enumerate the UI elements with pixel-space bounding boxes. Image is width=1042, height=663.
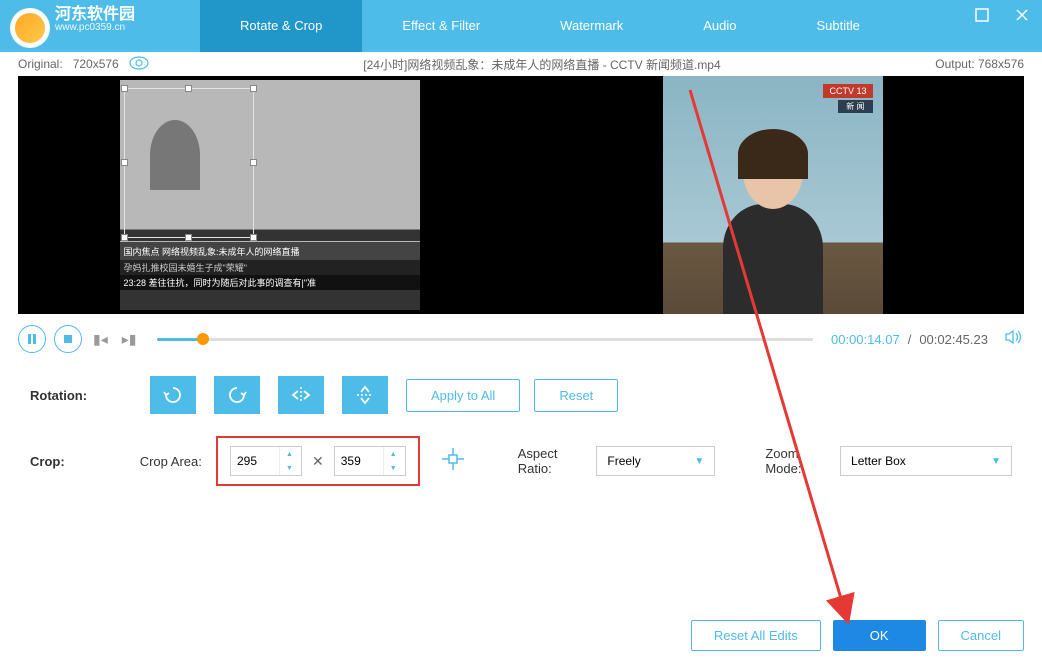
crop-handle-tl[interactable]	[121, 85, 128, 92]
video-timecode: 23:28 差往往抗，同时为随后对此事的调查有|"准	[120, 275, 420, 290]
video-frame-original: 国内焦点 网络视频乱象:未成年人的网络直播 孕妈扎推校园未婚生子成"荣耀" 23…	[120, 80, 420, 310]
crop-handle-bl[interactable]	[121, 234, 128, 241]
rotation-row: Rotation: Apply to All Reset	[30, 376, 1012, 414]
crop-size-highlighted: ▲ ▼ ✕ ▲ ▼	[216, 436, 420, 486]
seek-slider[interactable]	[157, 338, 813, 341]
stop-button[interactable]	[54, 325, 82, 353]
ok-button[interactable]: OK	[833, 620, 926, 651]
video-caption: 国内焦点 网络视频乱象:未成年人的网络直播	[120, 242, 420, 260]
original-label: Original:	[18, 57, 63, 71]
cancel-button[interactable]: Cancel	[938, 620, 1024, 651]
maximize-button[interactable]	[962, 0, 1002, 30]
crop-width-input[interactable]	[231, 454, 279, 468]
editor-tabs: Rotate & Crop Effect & Filter Watermark …	[200, 0, 900, 52]
info-bar: Original: 720x576 [24小时]网络视频乱象：未成年人的网络直播…	[0, 54, 1042, 74]
crop-width-up[interactable]: ▲	[280, 447, 299, 461]
brand-url: www.pc0359.cn	[55, 22, 125, 33]
tab-rotate-crop[interactable]: Rotate & Crop	[200, 0, 362, 52]
aspect-ratio-label: Aspect Ratio:	[518, 446, 589, 476]
crop-height-input[interactable]	[335, 454, 383, 468]
dimension-separator: ✕	[312, 453, 324, 470]
filename: [24小时]网络视频乱象：未成年人的网络直播 - CCTV 新闻频道.mp4	[149, 56, 936, 73]
titlebar: 河东软件园 www.pc0359.cn Rotate & Crop Effect…	[0, 0, 1042, 52]
crop-position-button[interactable]	[438, 444, 468, 479]
prev-frame-button[interactable]: ▮◂	[90, 331, 111, 348]
original-preview[interactable]: 国内焦点 网络视频乱象:未成年人的网络直播 孕妈扎推校园未婚生子成"荣耀" 23…	[18, 76, 521, 314]
tab-audio[interactable]: Audio	[663, 0, 776, 52]
zoom-mode-label: Zoom Mode:	[765, 446, 832, 476]
pause-button[interactable]	[18, 325, 46, 353]
crop-height-down[interactable]: ▼	[384, 461, 403, 475]
crop-label: Crop:	[30, 454, 140, 469]
controls-panel: Rotation: Apply to All Reset Crop: Crop …	[0, 356, 1042, 528]
rotate-right-button[interactable]	[214, 376, 260, 414]
reset-button[interactable]: Reset	[534, 379, 618, 412]
playback-bar: ▮◂ ▸▮ 00:00:14.07 / 00:02:45.23	[0, 322, 1042, 356]
crop-height-spinner[interactable]: ▲ ▼	[334, 446, 406, 476]
crop-handle-ml[interactable]	[121, 159, 128, 166]
tab-subtitle[interactable]: Subtitle	[777, 0, 900, 52]
chevron-down-icon: ▼	[694, 456, 704, 467]
tab-effect-filter[interactable]: Effect & Filter	[362, 0, 520, 52]
crop-handle-br[interactable]	[250, 234, 257, 241]
crop-handle-tr[interactable]	[250, 85, 257, 92]
original-dims: 720x576	[73, 57, 119, 71]
crop-selection-box[interactable]	[124, 88, 254, 238]
window-controls	[962, 0, 1042, 30]
crop-handle-bm[interactable]	[185, 234, 192, 241]
zoom-mode-value: Letter Box	[851, 454, 906, 468]
time-current: 00:00:14.07	[831, 332, 900, 347]
tab-watermark[interactable]: Watermark	[520, 0, 663, 52]
video-caption-2: 孕妈扎推校园未婚生子成"荣耀"	[120, 260, 420, 275]
aspect-ratio-dropdown[interactable]: Freely ▼	[596, 446, 715, 476]
brand-logo	[0, 0, 60, 52]
crop-handle-mr[interactable]	[250, 159, 257, 166]
close-button[interactable]	[1002, 0, 1042, 30]
seek-thumb[interactable]	[197, 333, 209, 345]
crop-area-label: Crop Area:	[140, 454, 222, 469]
video-frame-output: CCTV 13 新 闻	[663, 76, 883, 314]
crop-height-up[interactable]: ▲	[384, 447, 403, 461]
crop-width-spinner[interactable]: ▲ ▼	[230, 446, 302, 476]
flip-horizontal-button[interactable]	[278, 376, 324, 414]
volume-icon[interactable]	[1004, 329, 1024, 350]
reset-all-edits-button[interactable]: Reset All Edits	[691, 620, 821, 651]
crop-handle-tm[interactable]	[185, 85, 192, 92]
cctv-logo: CCTV 13	[823, 84, 872, 98]
crop-row: Crop: Crop Area: ▲ ▼ ✕ ▲ ▼ Aspect Ratio:	[30, 436, 1012, 486]
output-label: Output:	[935, 57, 974, 71]
rotation-label: Rotation:	[30, 388, 150, 403]
next-frame-button[interactable]: ▸▮	[119, 331, 140, 348]
rotate-left-button[interactable]	[150, 376, 196, 414]
preview-area: 国内焦点 网络视频乱象:未成年人的网络直播 孕妈扎推校园未婚生子成"荣耀" 23…	[18, 76, 1024, 314]
preview-toggle-icon[interactable]	[129, 56, 149, 73]
aspect-ratio-value: Freely	[607, 454, 640, 468]
zoom-mode-dropdown[interactable]: Letter Box ▼	[840, 446, 1012, 476]
apply-to-all-button[interactable]: Apply to All	[406, 379, 520, 412]
cctv-sub: 新 闻	[838, 100, 872, 113]
crop-width-down[interactable]: ▼	[280, 461, 299, 475]
output-preview: CCTV 13 新 闻	[521, 76, 1024, 314]
chevron-down-icon: ▼	[991, 456, 1001, 467]
output-dims: 768x576	[978, 57, 1024, 71]
time-total: 00:02:45.23	[919, 332, 988, 347]
brand-name: 河东软件园	[55, 0, 135, 24]
time-separator: /	[908, 332, 912, 347]
flip-vertical-button[interactable]	[342, 376, 388, 414]
footer-buttons: Reset All Edits OK Cancel	[691, 620, 1024, 651]
